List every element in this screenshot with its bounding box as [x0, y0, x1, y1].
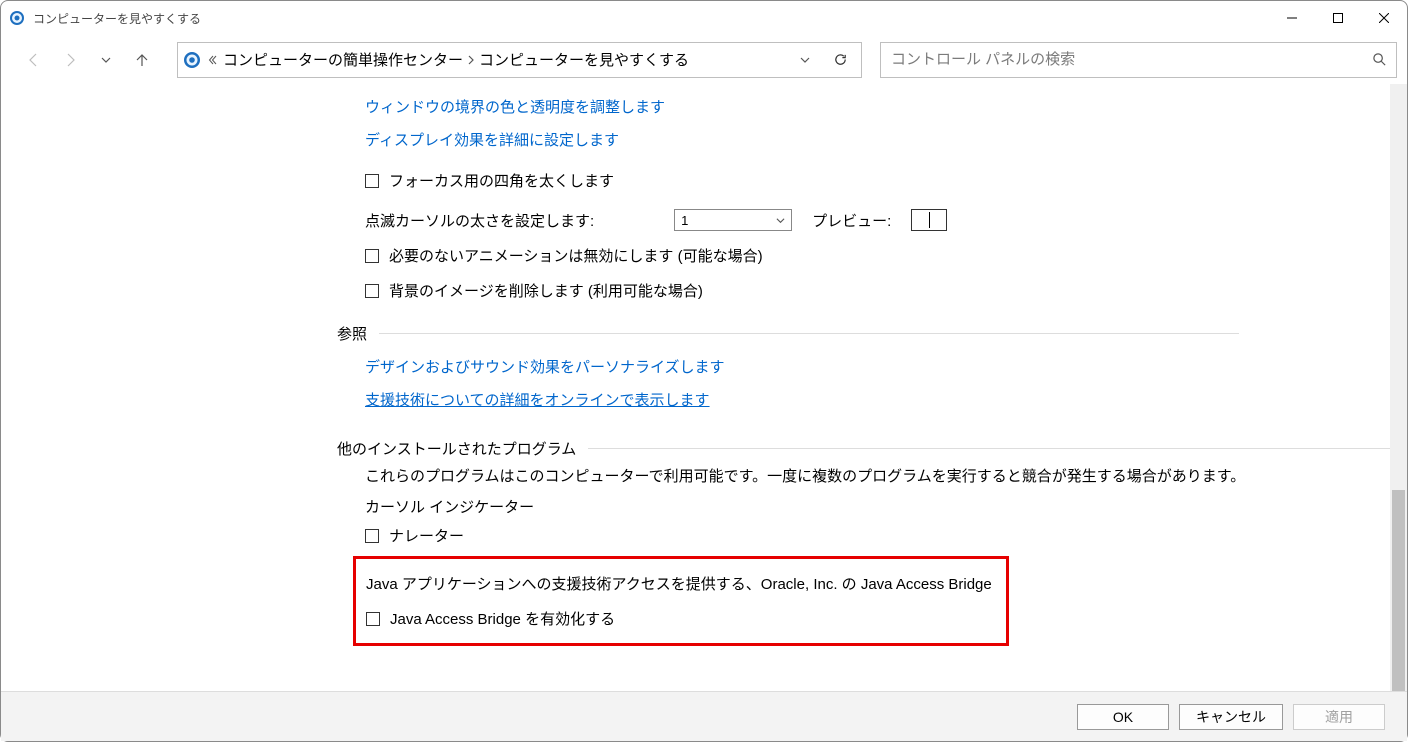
link-assistive-online[interactable]: 支援技術についての詳細をオンラインで表示します — [365, 389, 710, 410]
search-input[interactable] — [881, 43, 1362, 77]
checkbox-narrator-label: ナレーター — [389, 525, 464, 546]
link-adjust-border[interactable]: ウィンドウの境界の色と透明度を調整します — [365, 96, 665, 117]
checkbox-java-bridge[interactable] — [366, 612, 380, 626]
window-controls — [1269, 3, 1407, 33]
cursor-preview-bar — [929, 212, 930, 228]
cursor-thickness-dropdown[interactable]: 1 — [674, 209, 792, 231]
address-history-dropdown[interactable] — [793, 43, 817, 77]
content-area: ウィンドウの境界の色と透明度を調整します ディスプレイ効果を詳細に設定します フ… — [1, 84, 1407, 691]
section-reference-label: 参照 — [337, 323, 367, 344]
divider — [379, 333, 1239, 334]
breadcrumb: コンピューターの簡単操作センター コンピューターを見やすくする — [221, 49, 793, 70]
checkbox-focus-rect[interactable] — [365, 174, 379, 188]
window-title: コンピューターを見やすくする — [33, 10, 1269, 27]
highlight-java-bridge: Java アプリケーションへの支援技術アクセスを提供する、Oracle, Inc… — [353, 556, 1009, 646]
search-box[interactable] — [880, 42, 1397, 78]
back-button[interactable] — [19, 45, 49, 75]
up-button[interactable] — [127, 45, 157, 75]
checkbox-remove-bg-label: 背景のイメージを削除します (利用可能な場合) — [389, 280, 703, 301]
checkbox-narrator[interactable] — [365, 529, 379, 543]
checkbox-disable-anim[interactable] — [365, 249, 379, 263]
java-bridge-description: Java アプリケーションへの支援技術アクセスを提供する、Oracle, Inc… — [366, 573, 996, 594]
apply-button[interactable]: 適用 — [1293, 704, 1385, 730]
address-bar[interactable]: コンピューターの簡単操作センター コンピューターを見やすくする — [177, 42, 862, 78]
nav-toolbar: コンピューターの簡単操作センター コンピューターを見やすくする — [1, 35, 1407, 84]
dialog-button-bar: OK キャンセル 適用 — [1, 691, 1407, 741]
close-button[interactable] — [1361, 3, 1407, 33]
checkbox-remove-bg[interactable] — [365, 284, 379, 298]
cursor-preview-box — [911, 209, 947, 231]
cancel-button[interactable]: キャンセル — [1179, 704, 1283, 730]
ok-button-label: OK — [1113, 709, 1133, 725]
recent-locations-button[interactable] — [91, 45, 121, 75]
titlebar: コンピューターを見やすくする — [1, 1, 1407, 35]
divider — [588, 448, 1390, 449]
other-programs-description: これらのプログラムはこのコンピューターで利用可能です。一度に複数のプログラムを実… — [365, 465, 1265, 486]
forward-button[interactable] — [55, 45, 85, 75]
cursor-preview-label: プレビュー: — [812, 210, 891, 231]
cursor-thickness-label: 点滅カーソルの太さを設定します: — [365, 210, 594, 231]
breadcrumb-level2[interactable]: コンピューターを見やすくする — [479, 49, 689, 70]
address-location-icon — [182, 50, 202, 70]
checkbox-java-bridge-label: Java Access Bridge を有効化する — [390, 608, 615, 629]
breadcrumb-level1[interactable]: コンピューターの簡単操作センター — [223, 49, 463, 70]
scrollbar-thumb[interactable] — [1392, 490, 1405, 691]
control-panel-icon — [9, 10, 25, 26]
minimize-button[interactable] — [1269, 3, 1315, 33]
search-icon[interactable] — [1362, 43, 1396, 77]
cancel-button-label: キャンセル — [1196, 707, 1266, 727]
link-display-effects[interactable]: ディスプレイ効果を詳細に設定します — [365, 129, 619, 150]
ok-button[interactable]: OK — [1077, 704, 1169, 730]
checkbox-disable-anim-label: 必要のないアニメーションは無効にします (可能な場合) — [389, 245, 763, 266]
checkbox-focus-rect-label: フォーカス用の四角を太くします — [389, 170, 614, 191]
apply-button-label: 適用 — [1325, 707, 1353, 727]
chevron-down-icon — [776, 216, 785, 225]
breadcrumb-separator-icon[interactable] — [467, 55, 475, 65]
content-panel: ウィンドウの境界の色と透明度を調整します ディスプレイ効果を詳細に設定します フ… — [1, 84, 1390, 691]
maximize-button[interactable] — [1315, 3, 1361, 33]
cursor-indicator-label: カーソル インジケーター — [365, 496, 1390, 517]
refresh-button[interactable] — [823, 43, 857, 77]
cursor-thickness-value: 1 — [681, 213, 688, 228]
section-other-programs-label: 他のインストールされたプログラム — [337, 438, 576, 459]
link-personalize[interactable]: デザインおよびサウンド効果をパーソナライズします — [365, 356, 725, 377]
window: コンピューターを見やすくする — [0, 0, 1408, 742]
vertical-scrollbar[interactable] — [1390, 84, 1407, 691]
breadcrumb-back-chevron[interactable] — [204, 55, 221, 65]
